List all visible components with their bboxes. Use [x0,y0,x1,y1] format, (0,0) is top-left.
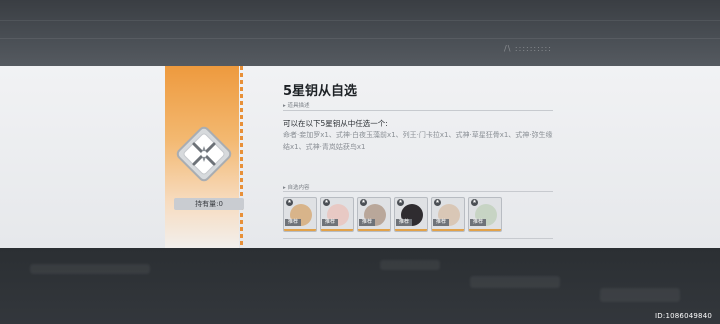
rarity-bar [321,229,353,231]
choices-section-label: ▸ 自选内容 [283,185,310,191]
blurred-element [380,260,440,270]
background-divider [0,38,720,39]
desc-section-label: ▸ 道具描述 [283,103,310,109]
item-description-list: 命者·妾加罗x1、式神·白夜玉藻前x1、列王·门卡拉x1、式神·草星狂骨x1、式… [283,131,553,151]
choice-item[interactable]: ★ 推荐 [357,197,391,232]
watermark: ID:1086049840 [655,312,712,320]
star-icon: ★ [471,199,478,206]
recommend-tag: 推荐 [359,219,375,226]
section-divider [283,238,553,239]
section-divider [283,191,553,192]
blurred-element [30,264,150,274]
rarity-bar [432,229,464,231]
choice-item[interactable]: ★ 推荐 [283,197,317,232]
rarity-stripe [240,66,243,248]
item-description: 可以在以下5星钥从中任选一个: [283,119,388,128]
rarity-bar [358,229,390,231]
star-icon: ★ [434,199,441,206]
hold-count: 持有量:0 [174,198,244,210]
five-star-key-icon [176,126,232,182]
desc-section-text: 道具描述 [287,103,310,109]
choice-item[interactable]: ★ 推荐 [468,197,502,232]
recommend-tag: 推荐 [433,219,449,226]
star-icon: ★ [323,199,330,206]
background-top [0,0,720,66]
star-icon: ★ [286,199,293,206]
recommend-tag: 推荐 [470,219,486,226]
blurred-element [470,276,560,288]
rarity-bar [395,229,427,231]
recommend-tag: 推荐 [396,219,412,226]
recommend-tag: 推荐 [285,219,301,226]
rarity-bar [469,229,501,231]
background-mark: /\ :::::::::: [504,44,552,53]
background-bottom [0,248,720,324]
choice-item[interactable]: ★ 推荐 [394,197,428,232]
choice-item[interactable]: ★ 推荐 [320,197,354,232]
star-icon: ★ [360,199,367,206]
background-divider [0,20,720,21]
section-divider [283,110,553,111]
blurred-element [600,288,680,302]
rarity-bar [284,229,316,231]
recommend-tag: 推荐 [322,219,338,226]
item-title: 5星钥从自选 [283,84,358,99]
choice-item[interactable]: ★ 推荐 [431,197,465,232]
star-icon: ★ [397,199,404,206]
